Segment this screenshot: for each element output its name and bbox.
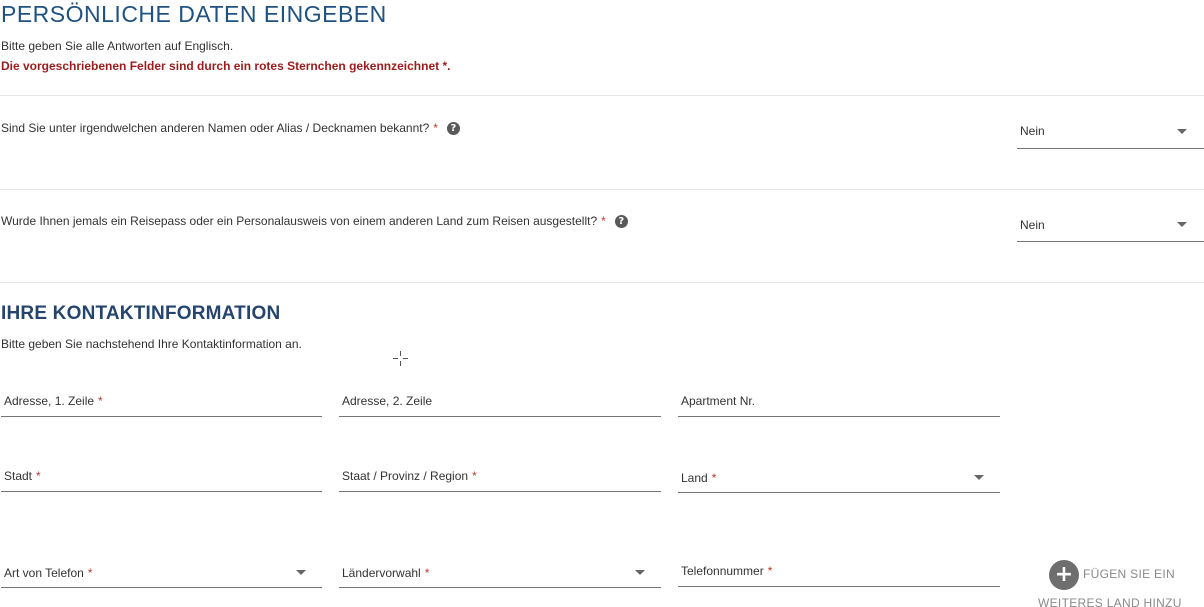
required-asterisk: * — [433, 121, 438, 135]
alias-question-label: Sind Sie unter irgendwelchen anderen Nam… — [1, 121, 430, 135]
apartment-label: Apartment Nr. — [681, 394, 756, 408]
country-code-label: Ländervorwahl * — [342, 566, 430, 580]
question-circle-icon[interactable]: ? — [446, 121, 460, 135]
country-code-select[interactable]: Ländervorwahl * — [339, 563, 661, 588]
contact-intro: Bitte geben Sie nachstehend Ihre Kontakt… — [1, 337, 302, 351]
chevron-down-icon — [635, 570, 645, 575]
passport-select-value: Nein — [1020, 218, 1045, 232]
chevron-down-icon — [974, 475, 984, 480]
page-title: PERSÖNLICHE DATEN EINGEBEN — [1, 1, 387, 27]
passport-question: Wurde Ihnen jemals ein Reisepass oder ei… — [1, 214, 628, 228]
alias-select-value: Nein — [1020, 124, 1045, 138]
divider — [0, 282, 1204, 283]
add-country-label-line2: WEITERES LAND HINZU — [1038, 596, 1182, 607]
required-asterisk: * — [601, 214, 606, 228]
contact-section-title: IHRE KONTAKTINFORMATION — [1, 303, 281, 324]
chevron-down-icon — [296, 570, 306, 575]
state-field[interactable]: Staat / Provinz / Region * — [339, 467, 661, 492]
chevron-down-icon — [1177, 222, 1187, 227]
divider — [0, 189, 1204, 190]
address-line1-label: Adresse, 1. Zeile * — [4, 394, 103, 408]
address-line1-field[interactable]: Adresse, 1. Zeile * — [1, 392, 322, 417]
add-another-country-button[interactable]: + FÜGEN SIE EIN WEITERES LAND HINZU — [1036, 559, 1186, 607]
phone-type-label: Art von Telefon * — [4, 566, 93, 580]
city-field[interactable]: Stadt * — [1, 467, 322, 492]
passport-select[interactable]: Nein — [1017, 211, 1204, 242]
address-line2-label: Adresse, 2. Zeile — [342, 394, 433, 408]
english-instruction: Bitte geben Sie alle Antworten auf Engli… — [1, 39, 234, 53]
phone-type-select[interactable]: Art von Telefon * — [1, 563, 322, 588]
phone-number-label: Telefonnummer * — [681, 564, 773, 578]
plus-circle-icon: + — [1049, 560, 1079, 590]
question-circle-icon[interactable]: ? — [614, 214, 628, 228]
country-label: Land * — [681, 471, 717, 485]
phone-number-field[interactable]: Telefonnummer * — [678, 562, 1000, 587]
alias-select[interactable]: Nein — [1017, 118, 1204, 149]
city-label: Stadt * — [4, 469, 41, 483]
passport-question-label: Wurde Ihnen jemals ein Reisepass oder ei… — [1, 214, 598, 228]
state-label: Staat / Provinz / Region * — [342, 469, 477, 483]
country-select[interactable]: Land * — [678, 468, 1000, 493]
alias-question: Sind Sie unter irgendwelchen anderen Nam… — [1, 121, 460, 135]
apartment-field[interactable]: Apartment Nr. — [678, 392, 1000, 417]
add-country-label-line1: FÜGEN SIE EIN — [1083, 567, 1175, 581]
required-fields-note: Die vorgeschriebenen Felder sind durch e… — [1, 59, 451, 73]
crosshair-cursor-icon — [393, 351, 408, 366]
address-line2-field[interactable]: Adresse, 2. Zeile — [339, 392, 661, 417]
divider — [0, 95, 1204, 96]
personal-data-form: PERSÖNLICHE DATEN EINGEBEN Bitte geben S… — [0, 0, 1204, 607]
chevron-down-icon — [1177, 129, 1187, 134]
